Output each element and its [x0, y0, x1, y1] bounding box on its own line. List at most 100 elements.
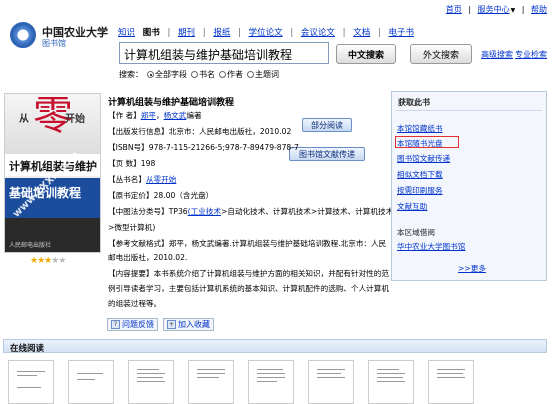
page-thumbnail[interactable]	[428, 360, 474, 404]
field-label: 【出版发行信息】	[108, 127, 169, 136]
page-thumbnail[interactable]	[248, 360, 294, 404]
radio-subject[interactable]	[247, 71, 254, 78]
more-link[interactable]: >>更多	[458, 263, 486, 274]
favorite-icon: +	[167, 320, 176, 329]
panel-title: 获取此书	[398, 98, 430, 107]
search-category-tabs: 知识 图书 | 期刊 | 报纸 | 学位论文 | 会议论文 | 文档 | 电子书	[118, 26, 419, 38]
page-thumbnail[interactable]	[68, 360, 114, 404]
chinese-search-button[interactable]: 中文搜索	[336, 44, 396, 64]
field-pages: 【页 数】198	[108, 160, 155, 168]
field-label: 【页 数】	[108, 159, 141, 168]
book-title: 计算机组装与维护基础培训教程	[108, 98, 235, 108]
field-author: 【作 者】郑平，杨文武编著	[108, 111, 202, 120]
classification-link[interactable]: (工业技术	[188, 207, 221, 216]
author-link[interactable]: 郑平	[141, 111, 156, 120]
chevron-down-icon[interactable]: ▼	[511, 7, 516, 14]
search-field-options: 搜索： 全部字段 书名 作者 主题词	[119, 69, 279, 80]
star-empty-icon: ★	[58, 256, 66, 266]
document-delivery-button[interactable]: 图书馆文献传递	[289, 147, 365, 161]
field-classification-cont: >微型计算机)	[108, 223, 156, 232]
highlight-box	[395, 136, 459, 148]
cover-text-kaishi: 开始	[65, 114, 85, 125]
add-favorite-button[interactable]: + 加入收藏	[163, 318, 214, 331]
tab-separator: |	[290, 28, 294, 38]
regional-borrow-title: 本区域借阅	[397, 228, 435, 237]
logo-subtitle: 图书馆	[42, 39, 66, 48]
field-price: 【原书定价】28.00（含光盘）	[108, 192, 213, 200]
radio-label-all-fields: 全部字段	[155, 70, 187, 79]
cover-text-cong: 从	[19, 114, 29, 125]
tab-separator: |	[377, 28, 381, 38]
tab-theses[interactable]: 学位论文	[249, 26, 283, 38]
feedback-icon: ?	[111, 320, 120, 329]
book-cover[interactable]: 从 零 开始 计算机组装与维护 基础培训教程 www.ZXXK.com 人民邮电…	[4, 93, 101, 253]
field-label: 【丛书名】	[108, 175, 146, 184]
field-publication: 【出版发行信息】北京市：人民邮电出版社，2010.02	[108, 128, 291, 136]
top-links: 首页 | 服务中心▼ | 帮助	[442, 4, 547, 15]
online-reading-header: 在线阅读	[3, 339, 547, 354]
field-abstract-cont: 例引导读者学习，主要包括计算机系统的基本知识、计算机配件的选购、个人计算机	[108, 284, 389, 293]
sidebar-item-hzau-library[interactable]: 华中农业大学图书馆	[397, 241, 465, 252]
professional-search-link[interactable]: 专业检索	[515, 49, 547, 60]
star-rating[interactable]: ★★★★★	[30, 256, 66, 266]
field-reference: 【参考文献格式】郑平，杨文武编著.计算机组装与维护基础培训教程.北京市：人民	[108, 240, 386, 248]
field-label: 【作 者】	[108, 111, 141, 120]
field-reference-cont: 邮电出版社，2010.02.	[108, 253, 188, 262]
field-series: 【丛书名】从零开始	[108, 176, 176, 184]
toplink-service-center[interactable]: 服务中心	[478, 5, 510, 14]
toplink-home[interactable]: 首页	[446, 5, 462, 14]
sidebar-item-document-delivery[interactable]: 图书馆文献传递	[397, 153, 450, 164]
advanced-search-link[interactable]: 高级搜索	[481, 49, 513, 60]
feedback-label: 问题反馈	[122, 320, 154, 329]
field-label: 【中图法分类号】	[108, 207, 169, 216]
radio-author[interactable]	[219, 71, 226, 78]
tab-books[interactable]: 图书	[143, 26, 160, 38]
radio-all-fields[interactable]	[147, 71, 154, 78]
favorite-label: 加入收藏	[178, 320, 210, 329]
radio-label-subject: 主题词	[255, 70, 279, 79]
partial-read-button[interactable]: 部分阅读	[302, 118, 352, 132]
radio-title[interactable]	[191, 71, 198, 78]
feedback-button[interactable]: ? 问题反馈	[107, 318, 158, 331]
toplink-separator: |	[468, 5, 472, 14]
field-classification: 【中图法分类号】TP36(工业技术>自动化技术、计算机技术>计算技术、计算机技术	[108, 208, 393, 216]
sidebar-item-print-on-demand[interactable]: 按需印刷服务	[397, 185, 443, 196]
sidebar-item-document-exchange[interactable]: 文献互助	[397, 201, 427, 212]
field-abstract-cont: 的组装过程等。	[108, 299, 162, 308]
field-isbn: 【ISBN号】978-7-115-21266-5;978-7-89479-878…	[108, 144, 299, 152]
sidebar-item-similar-docs[interactable]: 相似文档下载	[397, 169, 443, 180]
field-abstract: 【内容提要】本书系统介绍了计算机组装与维护方面的相关知识，并配有针对性的范	[108, 270, 389, 278]
toplink-help[interactable]: 帮助	[531, 5, 547, 14]
page-thumbnail[interactable]	[188, 360, 234, 404]
foreign-search-button[interactable]: 外文搜索	[410, 44, 472, 64]
field-label: 【内容提要】	[108, 269, 154, 278]
cover-publisher: 人民邮电出版社	[9, 242, 52, 249]
tab-newspapers[interactable]: 报纸	[213, 26, 230, 38]
tab-documents[interactable]: 文档	[353, 26, 370, 38]
field-value: >自动化技术、计算机技术>计算技术、计算机技术	[220, 207, 394, 216]
sidebar-item-print-holdings[interactable]: 本馆馆藏纸书	[397, 123, 443, 134]
page-thumbnail[interactable]	[368, 360, 414, 404]
tab-conference-papers[interactable]: 会议论文	[301, 26, 335, 38]
search-input[interactable]: 计算机组装与维护基础培训教程	[119, 42, 329, 64]
field-value: 郑平，杨文武编著.计算机组装与维护基础培训教程.北京市：人民	[168, 239, 387, 248]
tab-journals[interactable]: 期刊	[178, 26, 195, 38]
tab-ebooks[interactable]: 电子书	[389, 26, 415, 38]
tab-knowledge[interactable]: 知识	[118, 26, 135, 38]
field-value: 北京市：人民邮电出版社，2010.02	[168, 127, 292, 136]
toplink-separator: |	[521, 5, 525, 14]
field-label: 【原书定价】	[108, 191, 154, 200]
field-value: 978-7-115-21266-5;978-7-89479-878-7	[148, 143, 299, 152]
page-thumbnail[interactable]	[8, 360, 54, 404]
radio-label-title: 书名	[199, 70, 215, 79]
panel-divider	[396, 110, 542, 111]
field-value: 28.00（含光盘）	[153, 191, 214, 200]
page-thumbnail[interactable]	[128, 360, 174, 404]
tab-separator: |	[202, 28, 206, 38]
library-logo[interactable]: 中国农业大学 图书馆	[10, 22, 130, 62]
author-suffix: 编著	[186, 111, 202, 120]
author-link[interactable]: 杨文武	[164, 111, 187, 120]
series-link[interactable]: 从零开始	[146, 175, 176, 184]
page-thumbnail[interactable]	[308, 360, 354, 404]
field-value: 本书系统介绍了计算机组装与维护方面的相关知识，并配有针对性的范	[153, 269, 389, 278]
